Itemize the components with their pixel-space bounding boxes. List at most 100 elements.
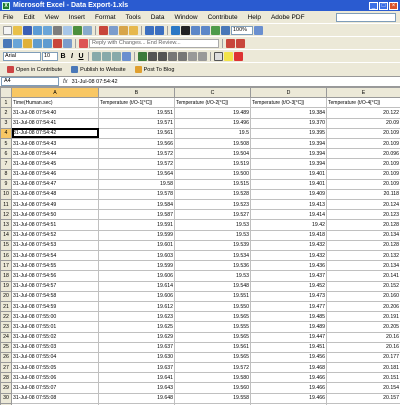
cell[interactable]: 19.413 <box>250 199 327 211</box>
cell[interactable]: 19.523 <box>174 199 251 211</box>
cell[interactable]: 19.558 <box>174 392 251 404</box>
cell[interactable]: 19.587 <box>98 209 175 221</box>
currency-icon[interactable] <box>138 51 147 61</box>
cell[interactable]: 19.565 <box>174 311 251 323</box>
cell[interactable]: 19.578 <box>98 188 175 201</box>
row-header[interactable]: 3 <box>0 117 12 129</box>
track-changes-icon[interactable] <box>3 38 12 48</box>
cell[interactable]: 19.584 <box>98 199 175 211</box>
cell[interactable]: 19.414 <box>250 209 327 221</box>
paste-icon[interactable] <box>119 25 128 35</box>
borders-icon[interactable] <box>214 51 223 61</box>
row-header[interactable]: 17 <box>0 260 12 272</box>
redo-icon[interactable] <box>155 25 164 35</box>
cell[interactable]: 20.191 <box>326 311 400 323</box>
menu-contribute[interactable]: Contribute <box>208 14 238 21</box>
publish-to-website-button[interactable]: Publish to Website <box>68 65 128 74</box>
cell[interactable]: 20.096 <box>326 148 400 160</box>
cell[interactable]: 19.637 <box>98 341 175 353</box>
previous-comment-icon[interactable] <box>33 38 42 48</box>
cell[interactable]: 31-Jul-08 07:54:43 <box>11 137 99 150</box>
cell[interactable]: 19.614 <box>98 280 175 292</box>
chart-wizard-icon[interactable] <box>211 25 220 35</box>
row-header[interactable]: 23 <box>0 321 12 333</box>
row-header[interactable]: 10 <box>0 188 12 201</box>
cell[interactable]: 19.560 <box>174 382 251 394</box>
cell[interactable]: 20.141 <box>326 270 400 282</box>
help-icon[interactable] <box>254 25 263 35</box>
cell[interactable]: 19.550 <box>174 300 251 313</box>
autosum-icon[interactable] <box>181 25 190 35</box>
permission-icon[interactable] <box>33 25 42 35</box>
cell[interactable]: 20.09 <box>326 117 400 129</box>
cell[interactable]: 19.496 <box>174 117 251 129</box>
cell[interactable]: 20.16 <box>326 331 400 343</box>
menu-edit[interactable]: Edit <box>23 14 34 21</box>
cell[interactable]: 31-Jul-08 07:55:00 <box>11 311 99 323</box>
cell[interactable]: 20.16 <box>326 341 400 353</box>
cell[interactable]: 31-Jul-08 07:55:03 <box>11 341 99 353</box>
align-center-icon[interactable] <box>102 51 111 61</box>
cell[interactable]: 31-Jul-08 07:54:57 <box>11 280 99 292</box>
cell[interactable]: 19.401 <box>250 168 327 180</box>
menu-help[interactable]: Help <box>248 14 261 21</box>
cell[interactable]: 19.637 <box>98 362 175 374</box>
row-header[interactable]: 20 <box>0 290 12 302</box>
reply-icon[interactable] <box>79 38 88 48</box>
cell[interactable]: 31-Jul-08 07:54:48 <box>11 188 99 201</box>
row-header[interactable]: 24 <box>0 331 12 343</box>
cell[interactable]: 20.109 <box>326 178 400 190</box>
cell[interactable]: 31-Jul-08 07:55:01 <box>11 321 99 333</box>
open-icon[interactable] <box>13 25 22 35</box>
cell[interactable]: 31-Jul-08 07:54:46 <box>11 168 99 180</box>
comma-style-icon[interactable] <box>158 51 167 61</box>
row-header[interactable]: 6 <box>0 148 12 160</box>
cell[interactable]: 19.401 <box>250 178 327 190</box>
cell[interactable]: 19.641 <box>98 372 175 384</box>
cell[interactable]: 19.565 <box>174 331 251 343</box>
cell[interactable]: 20.109 <box>326 158 400 170</box>
cell[interactable]: 19.648 <box>98 392 175 404</box>
cell[interactable]: 19.456 <box>250 351 327 364</box>
row-header[interactable]: 15 <box>0 239 12 252</box>
pdf-icon[interactable] <box>226 38 235 48</box>
cell[interactable]: 19.625 <box>98 321 175 333</box>
cell[interactable]: 20.122 <box>326 107 400 119</box>
cell[interactable]: 19.551 <box>174 290 251 302</box>
cell[interactable]: 20.205 <box>326 321 400 333</box>
cell[interactable]: 20.109 <box>326 168 400 180</box>
cell[interactable]: 31-Jul-08 07:55:07 <box>11 382 99 394</box>
cell[interactable]: 19.591 <box>98 219 175 231</box>
cell[interactable]: 19.447 <box>250 331 327 343</box>
column-header-b[interactable]: B <box>98 87 175 99</box>
row-header[interactable]: 29 <box>0 382 12 394</box>
cell[interactable]: 19.534 <box>174 249 251 262</box>
percent-icon[interactable] <box>148 51 157 61</box>
cell[interactable]: 20.128 <box>326 239 400 252</box>
pdf-email-icon[interactable] <box>236 38 245 48</box>
cell[interactable]: 31-Jul-08 07:55:02 <box>11 331 99 343</box>
cell[interactable]: 19.451 <box>250 341 327 353</box>
menu-format[interactable]: Format <box>95 14 116 21</box>
cell[interactable]: 31-Jul-08 07:54:45 <box>11 158 99 170</box>
cell[interactable]: 19.571 <box>98 117 175 129</box>
minimize-button[interactable]: _ <box>369 1 378 10</box>
cell[interactable]: 19.466 <box>250 392 327 404</box>
decrease-indent-icon[interactable] <box>188 51 197 61</box>
fx-icon[interactable]: fx <box>63 79 68 85</box>
cell[interactable]: 19.53 <box>174 270 251 282</box>
cell[interactable]: 31-Jul-08 07:54:54 <box>11 249 99 262</box>
cell[interactable]: 31-Jul-08 07:55:08 <box>11 392 99 404</box>
reply-with-changes[interactable]: Reply with Changes... End Review... <box>89 38 219 48</box>
cell[interactable]: 31-Jul-08 07:54:47 <box>11 178 99 190</box>
cell[interactable]: 20.154 <box>326 382 400 394</box>
row-header[interactable]: 18 <box>0 270 12 282</box>
underline-icon[interactable]: U <box>77 53 85 60</box>
cell[interactable]: 31-Jul-08 07:54:52 <box>11 229 99 241</box>
row-header[interactable]: 19 <box>0 280 12 292</box>
cut-icon[interactable] <box>99 25 108 35</box>
cell[interactable]: 19.466 <box>250 372 327 384</box>
row-header[interactable]: 5 <box>0 137 12 150</box>
cell[interactable]: Temperature (t/O-4[°C]) <box>326 97 400 109</box>
cell[interactable]: 19.473 <box>250 290 327 302</box>
